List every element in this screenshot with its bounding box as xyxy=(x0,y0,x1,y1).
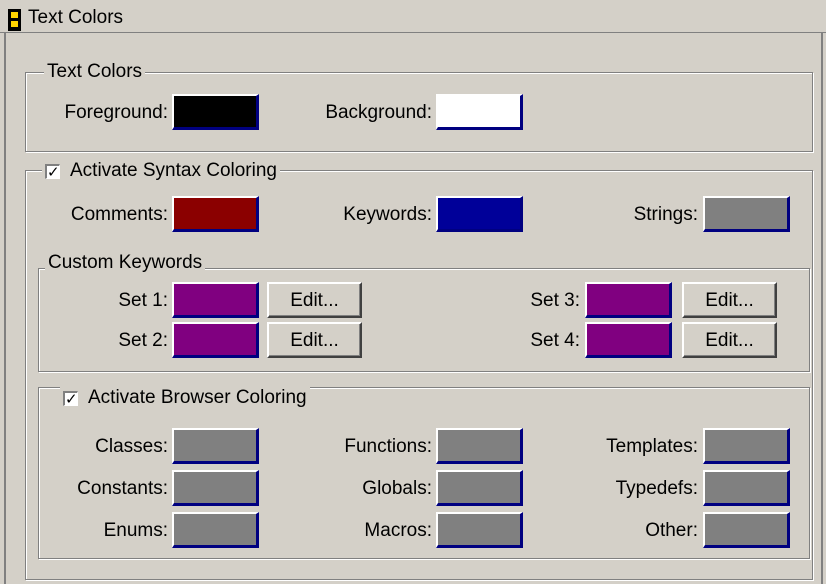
typedefs-color-swatch[interactable] xyxy=(703,470,790,506)
functions-color-swatch[interactable] xyxy=(436,428,523,464)
globals-label: Globals: xyxy=(362,478,432,499)
browser-coloring-label: Activate Browser Coloring xyxy=(88,387,307,408)
set2-edit-button[interactable]: Edit... xyxy=(267,322,362,358)
enums-label: Enums: xyxy=(103,520,168,541)
templates-color-swatch[interactable] xyxy=(703,428,790,464)
strings-color-swatch[interactable] xyxy=(703,196,790,232)
app-icon xyxy=(8,9,21,31)
custom-keywords-legend: Custom Keywords xyxy=(45,252,206,274)
typedefs-label: Typedefs: xyxy=(615,478,698,499)
constants-color-swatch[interactable] xyxy=(172,470,259,506)
syntax-coloring-legend: ✓ Activate Syntax Coloring xyxy=(42,158,280,184)
background-color-swatch[interactable] xyxy=(436,94,523,130)
browser-coloring-checkbox[interactable]: ✓ xyxy=(63,390,78,406)
set1-edit-button[interactable]: Edit... xyxy=(267,282,362,318)
window-left-edge xyxy=(4,32,6,584)
templates-label: Templates: xyxy=(606,436,698,457)
background-label: Background: xyxy=(325,102,432,123)
set4-edit-button[interactable]: Edit... xyxy=(682,322,777,358)
foreground-color-swatch[interactable] xyxy=(172,94,259,130)
syntax-coloring-label: Activate Syntax Coloring xyxy=(70,160,277,181)
title-bar xyxy=(0,0,826,33)
strings-label: Strings: xyxy=(633,204,698,225)
set4-color-swatch[interactable] xyxy=(585,322,672,358)
comments-label: Comments: xyxy=(70,204,168,225)
set1-color-swatch[interactable] xyxy=(172,282,259,318)
text-colors-legend: Text Colors xyxy=(44,61,146,83)
window-right-edge xyxy=(821,32,823,584)
keywords-label: Keywords: xyxy=(343,204,432,225)
comments-color-swatch[interactable] xyxy=(172,196,259,232)
globals-color-swatch[interactable] xyxy=(436,470,523,506)
classes-label: Classes: xyxy=(95,436,168,457)
functions-label: Functions: xyxy=(344,436,432,457)
constants-label: Constants: xyxy=(77,478,168,499)
set2-color-swatch[interactable] xyxy=(172,322,259,358)
enums-color-swatch[interactable] xyxy=(172,512,259,548)
keywords-color-swatch[interactable] xyxy=(436,196,523,232)
macros-color-swatch[interactable] xyxy=(436,512,523,548)
set3-color-swatch[interactable] xyxy=(585,282,672,318)
syntax-coloring-checkbox[interactable]: ✓ xyxy=(45,163,60,179)
browser-coloring-legend: ✓ Activate Browser Coloring xyxy=(60,385,310,411)
other-label: Other: xyxy=(645,520,698,541)
other-color-swatch[interactable] xyxy=(703,512,790,548)
classes-color-swatch[interactable] xyxy=(172,428,259,464)
set4-label: Set 4: xyxy=(530,330,580,351)
set3-edit-button[interactable]: Edit... xyxy=(682,282,777,318)
foreground-label: Foreground: xyxy=(64,102,168,123)
set1-label: Set 1: xyxy=(118,290,168,311)
macros-label: Macros: xyxy=(364,520,432,541)
window-title: Text Colors xyxy=(28,7,124,28)
set2-label: Set 2: xyxy=(118,330,168,351)
set3-label: Set 3: xyxy=(530,290,580,311)
